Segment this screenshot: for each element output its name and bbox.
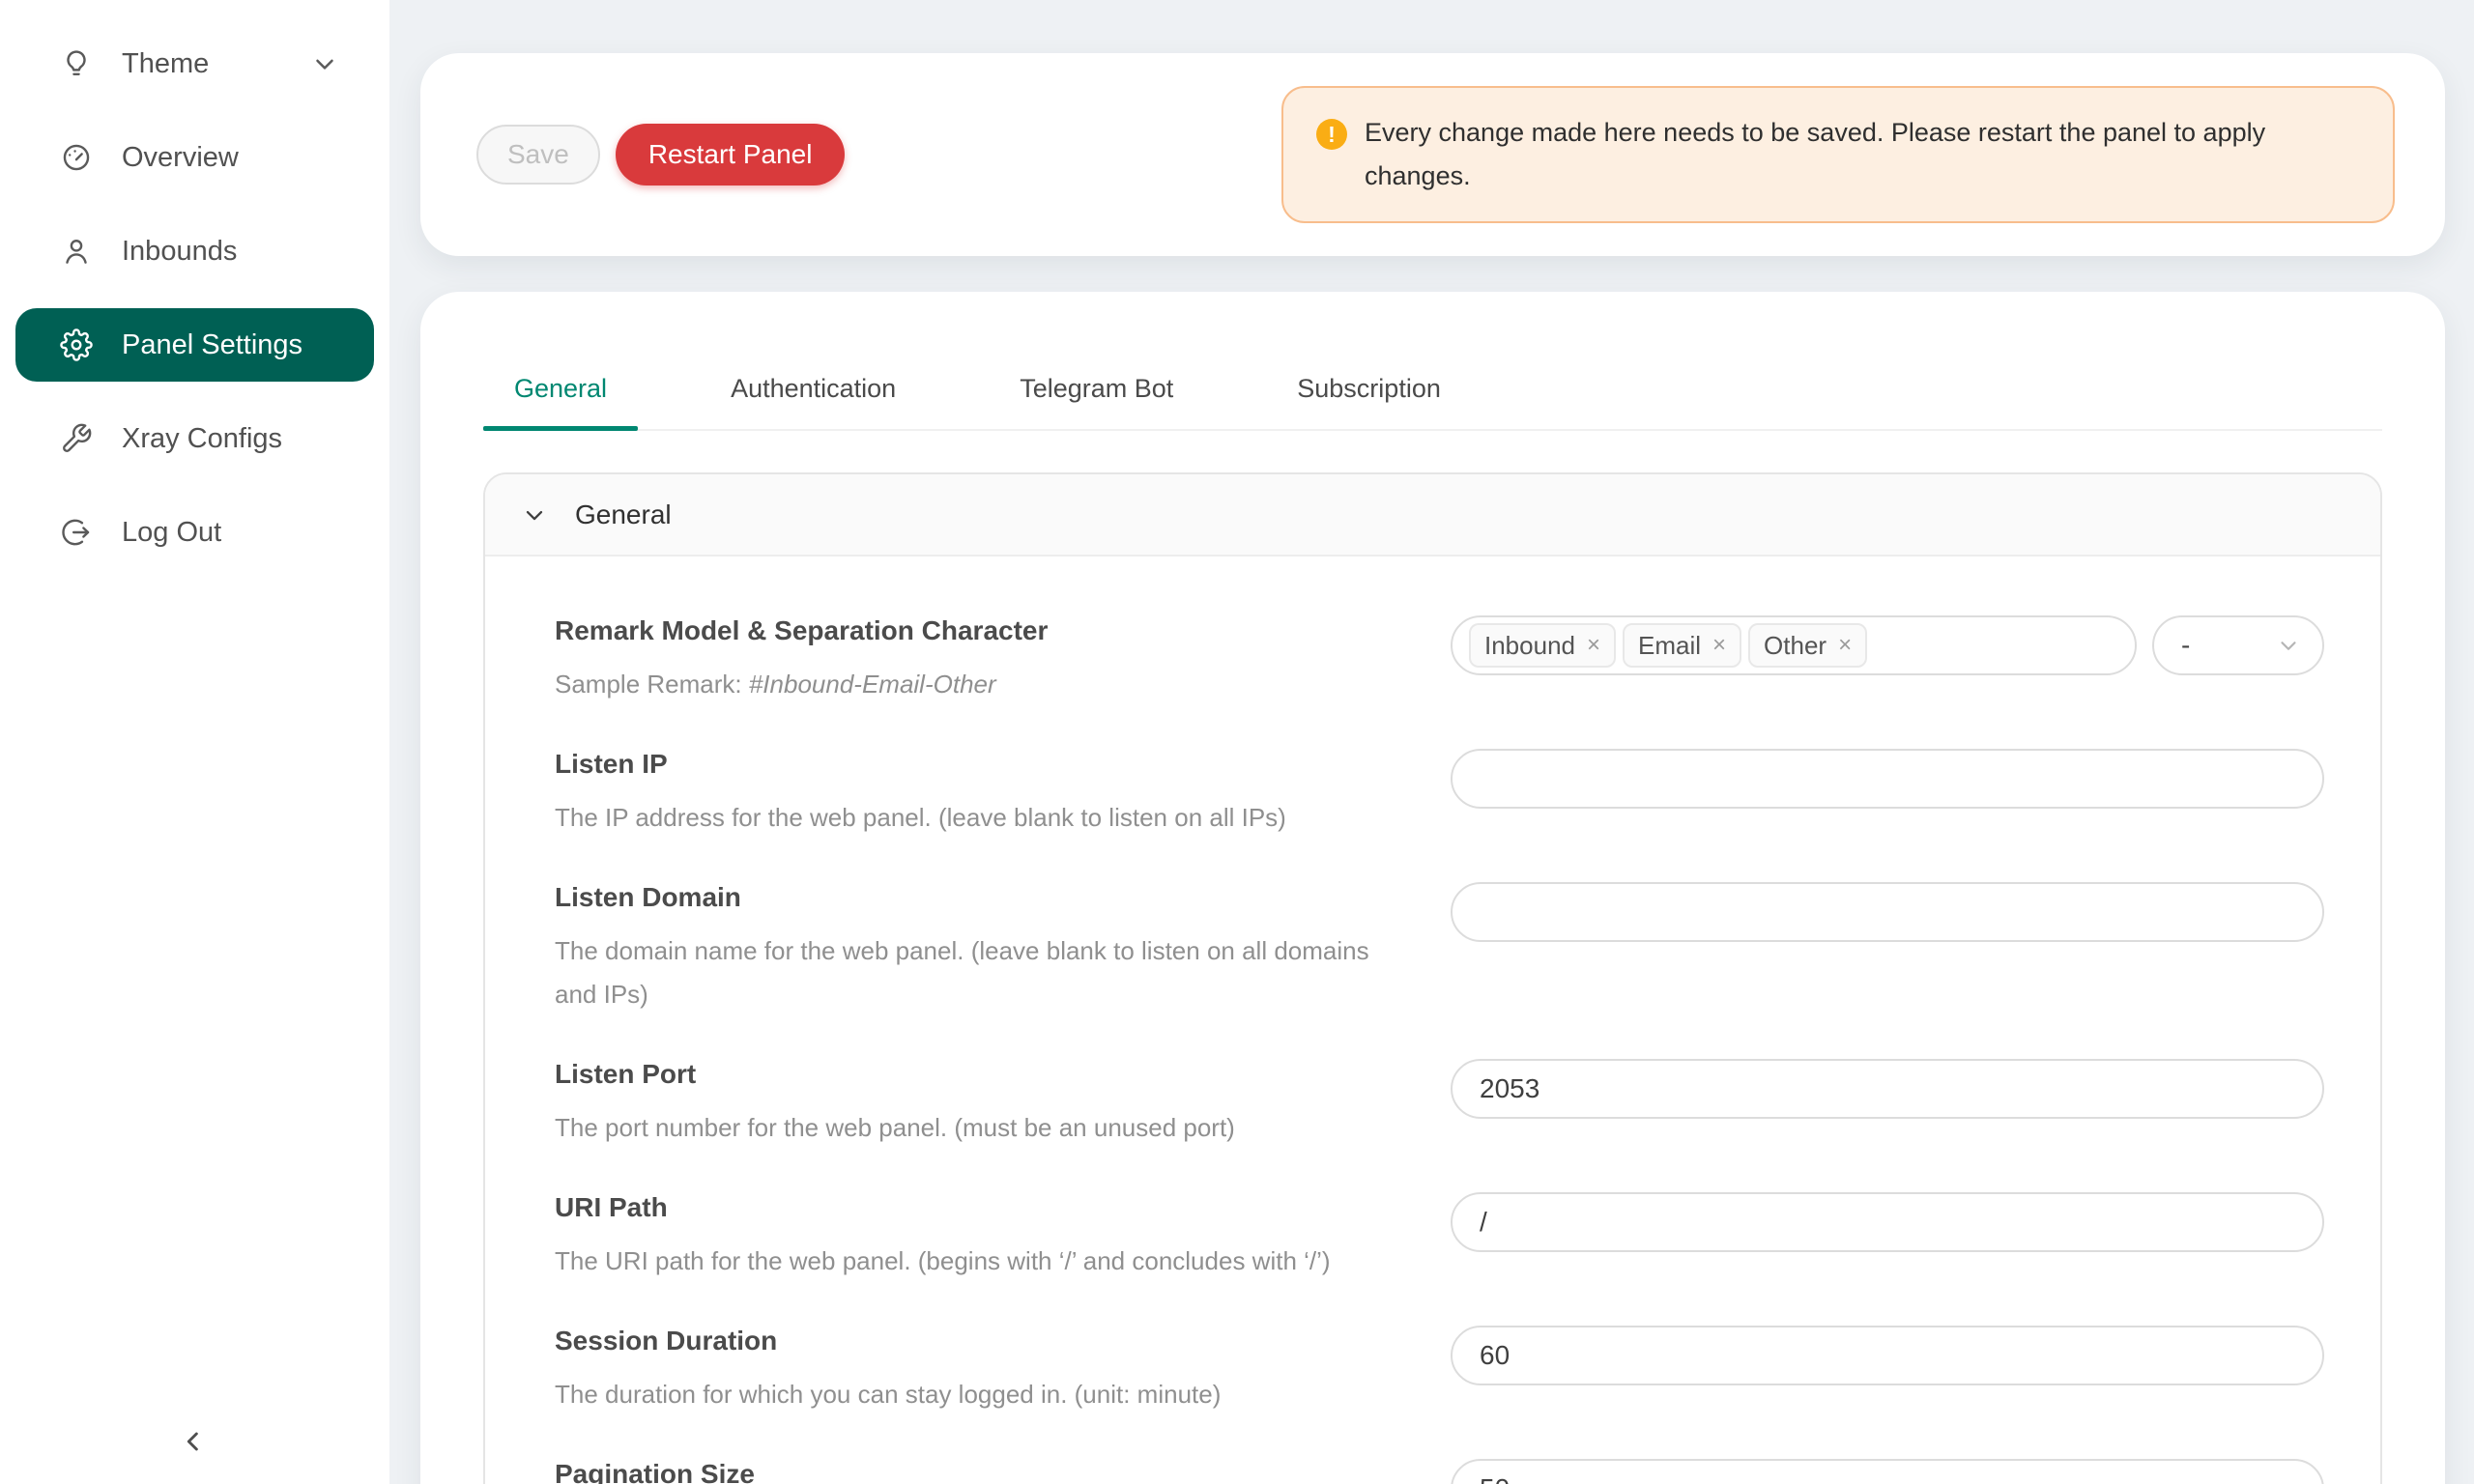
restart-panel-button[interactable]: Restart Panel — [616, 124, 846, 186]
section-title: General — [575, 499, 672, 530]
sidebar-collapse-button[interactable] — [168, 1416, 218, 1467]
listen-ip-description: The IP address for the web panel. (leave… — [555, 796, 1412, 840]
sidebar-item-label: Overview — [122, 142, 239, 174]
logout-icon — [60, 516, 93, 549]
warning-alert-message: Every change made here needs to be saved… — [1365, 111, 2360, 198]
tag-other: Other × — [1748, 623, 1867, 668]
uri-path-input[interactable] — [1451, 1192, 2324, 1252]
sidebar-item-label: Panel Settings — [122, 329, 302, 361]
sidebar-item-panel-settings[interactable]: Panel Settings — [15, 308, 374, 382]
session-duration-description: The duration for which you can stay logg… — [555, 1373, 1412, 1416]
sidebar-item-label: Theme — [122, 48, 209, 80]
sidebar-item-label: Log Out — [122, 517, 221, 549]
field-row-listen-port: Listen Port The port number for the web … — [555, 1055, 2324, 1150]
session-duration-label: Session Duration — [555, 1322, 1412, 1360]
person-icon — [60, 235, 93, 268]
chevron-left-icon — [178, 1426, 209, 1457]
chevron-down-icon — [2276, 633, 2301, 658]
main-content: Save Restart Panel ! Every change made h… — [389, 0, 2474, 1484]
pagination-size-label: Pagination Size — [555, 1455, 1412, 1484]
settings-tabbar: General Authentication Telegram Bot Subs… — [483, 374, 2382, 431]
general-collapse-panel: General Remark Model & Separation Charac… — [483, 472, 2382, 1484]
gear-icon — [60, 328, 93, 361]
general-panel-body: Remark Model & Separation Character Samp… — [485, 556, 2380, 1484]
listen-domain-label: Listen Domain — [555, 878, 1412, 917]
pagination-size-input[interactable] — [1451, 1459, 2324, 1484]
uri-path-description: The URI path for the web panel. (begins … — [555, 1240, 1412, 1283]
field-row-listen-ip: Listen IP The IP address for the web pan… — [555, 745, 2324, 840]
sidebar-item-inbounds[interactable]: Inbounds — [15, 214, 374, 288]
remark-sample-text: Sample Remark: #Inbound-Email-Other — [555, 663, 1412, 706]
sidebar-item-theme[interactable]: Theme — [15, 27, 374, 100]
warning-alert: ! Every change made here needs to be sav… — [1281, 86, 2395, 223]
lightbulb-icon — [60, 47, 93, 80]
listen-port-description: The port number for the web panel. (must… — [555, 1106, 1412, 1150]
general-collapse-header[interactable]: General — [485, 474, 2380, 556]
tag-email: Email × — [1623, 623, 1741, 668]
warning-exclamation-icon: ! — [1316, 119, 1347, 150]
sidebar-item-label: Xray Configs — [122, 423, 282, 455]
tag-inbound: Inbound × — [1469, 623, 1616, 668]
listen-domain-description: The domain name for the web panel. (leav… — [555, 929, 1412, 1016]
sidebar-item-xray-configs[interactable]: Xray Configs — [15, 402, 374, 475]
uri-path-label: URI Path — [555, 1188, 1412, 1227]
field-row-listen-domain: Listen Domain The domain name for the we… — [555, 878, 2324, 1016]
listen-port-label: Listen Port — [555, 1055, 1412, 1094]
remark-model-label: Remark Model & Separation Character — [555, 612, 1412, 650]
field-row-pagination-size: Pagination Size — [555, 1455, 2324, 1484]
save-button[interactable]: Save — [476, 125, 600, 185]
listen-port-input[interactable] — [1451, 1059, 2324, 1119]
chevron-down-icon — [521, 501, 548, 528]
separation-character-select[interactable]: - — [2152, 615, 2324, 675]
listen-ip-label: Listen IP — [555, 745, 1412, 784]
tab-authentication[interactable]: Authentication — [700, 374, 927, 429]
wrench-icon — [60, 422, 93, 455]
sidebar-item-overview[interactable]: Overview — [15, 121, 374, 194]
tag-close-icon[interactable]: × — [1838, 634, 1852, 657]
chevron-down-icon — [310, 49, 339, 78]
listen-domain-input[interactable] — [1451, 882, 2324, 942]
tab-general[interactable]: General — [483, 374, 638, 429]
tab-telegram-bot[interactable]: Telegram Bot — [989, 374, 1204, 429]
remark-model-tag-select[interactable]: Inbound × Email × Other × — [1451, 615, 2137, 675]
tab-subscription[interactable]: Subscription — [1266, 374, 1472, 429]
field-row-session-duration: Session Duration The duration for which … — [555, 1322, 2324, 1416]
actions-card: Save Restart Panel ! Every change made h… — [420, 53, 2445, 256]
field-row-remark: Remark Model & Separation Character Samp… — [555, 612, 2324, 706]
sidebar-item-label: Inbounds — [122, 236, 237, 268]
tag-close-icon[interactable]: × — [1712, 634, 1726, 657]
dashboard-gauge-icon — [60, 141, 93, 174]
sidebar-item-logout[interactable]: Log Out — [15, 496, 374, 569]
sidebar: Theme Overview Inbounds Panel Settings X… — [0, 0, 389, 1484]
separator-value: - — [2181, 630, 2190, 661]
field-row-uri-path: URI Path The URI path for the web panel.… — [555, 1188, 2324, 1283]
tag-close-icon[interactable]: × — [1587, 634, 1600, 657]
listen-ip-input[interactable] — [1451, 749, 2324, 809]
session-duration-input[interactable] — [1451, 1326, 2324, 1385]
settings-card: General Authentication Telegram Bot Subs… — [420, 292, 2445, 1484]
